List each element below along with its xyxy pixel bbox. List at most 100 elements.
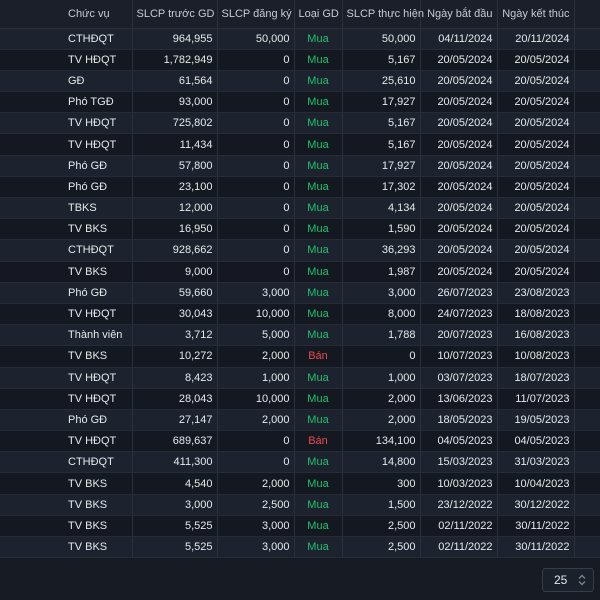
cell-shares-before: 16,950 [132,218,218,241]
cell-shares-before: 11,434 [132,133,218,156]
table-row[interactable]: CTHĐQT 928,662 0 Mua 36,293 20/05/2024 20/05/2… [0,239,600,262]
cell-shares-executed: 1,590 [342,218,421,241]
row-spacer [574,451,600,474]
cell-shares-registered: 2,000 [217,409,295,432]
cell-shares-registered: 10,000 [217,303,295,326]
table-row[interactable]: TBKS 12,000 0 Mua 4,134 20/05/2024 20/05/2024 [0,197,600,220]
header-spacer [574,0,600,29]
table-row[interactable]: TV BKS 5,525 3,000 Mua 2,500 02/11/2022 30/11/… [0,536,600,559]
page-size-select[interactable]: 25 [542,568,594,592]
cell-role: GĐ [0,70,133,93]
header-shares-before[interactable]: SLCP trước GD [132,0,218,29]
header-end-date[interactable]: Ngày kết thúc [497,0,575,29]
header-shares-registered[interactable]: SLCP đăng ký [217,0,295,29]
table-row[interactable]: Phó GĐ 59,660 3,000 Mua 3,000 26/07/2023 23/08… [0,282,600,304]
cell-role: TV BKS [0,261,133,283]
cell-shares-before: 928,662 [132,239,218,262]
cell-shares-before: 10,272 [132,345,218,368]
table-row[interactable]: CTHĐQT 964,955 50,000 Mua 50,000 04/11/2024 20… [0,28,600,50]
row-spacer [574,218,600,241]
cell-shares-before: 12,000 [132,197,218,220]
cell-shares-executed: 8,000 [342,303,421,326]
cell-role: CTHĐQT [0,451,133,474]
table-row[interactable]: TV BKS 4,540 2,000 Mua 300 10/03/2023 10/04/20… [0,472,600,495]
cell-role: Phó GĐ [0,155,133,177]
table-row[interactable]: TV HĐQT 725,802 0 Mua 5,167 20/05/2024 20/05/2… [0,112,600,135]
table-row[interactable]: TV BKS 16,950 0 Mua 1,590 20/05/2024 20/05/202… [0,218,600,241]
header-transaction-type[interactable]: Loại GD [294,0,343,29]
cell-shares-registered: 0 [217,451,295,474]
cell-role: TBKS [0,197,133,220]
table-row[interactable]: Phó GĐ 23,100 0 Mua 17,302 20/05/2024 20/05/20… [0,176,600,199]
cell-shares-executed: 300 [342,472,421,495]
cell-shares-executed: 5,167 [342,112,421,135]
cell-shares-executed: 5,167 [342,49,421,71]
cell-shares-before: 5,525 [132,515,218,538]
cell-transaction-type: Mua [294,133,343,156]
cell-shares-registered: 5,000 [217,324,295,347]
header-start-date[interactable]: Ngày bắt đầu [420,0,498,29]
cell-start-date: 20/05/2024 [420,112,498,135]
header-shares-executed[interactable]: SLCP thực hiện [342,0,424,29]
cell-role: TV BKS [0,345,133,368]
row-spacer [574,303,600,326]
table-row[interactable]: TV BKS 3,000 2,500 Mua 1,500 23/12/2022 30/12/… [0,494,600,516]
cell-shares-executed: 4,134 [342,197,421,220]
cell-role: Thành viên [0,324,133,347]
table-row[interactable]: GĐ 61,564 0 Mua 25,610 20/05/2024 20/05/2024 [0,70,600,93]
cell-shares-before: 689,637 [132,430,218,453]
table-row[interactable]: TV BKS 10,272 2,000 Bán 0 10/07/2023 10/08/202… [0,345,600,368]
cell-shares-registered: 50,000 [217,28,295,50]
cell-role: TV HĐQT [0,430,133,453]
table-row[interactable]: TV HĐQT 30,043 10,000 Mua 8,000 24/07/2023 18/… [0,303,600,326]
table-row[interactable]: TV BKS 9,000 0 Mua 1,987 20/05/2024 20/05/2024 [0,261,600,283]
cell-start-date: 23/12/2022 [420,494,498,516]
cell-role: CTHĐQT [0,28,133,50]
cell-start-date: 20/05/2024 [420,91,498,114]
table-row[interactable]: CTHĐQT 411,300 0 Mua 14,800 15/03/2023 31/03/2… [0,451,600,474]
cell-transaction-type: Mua [294,70,343,93]
cell-start-date: 03/07/2023 [420,367,498,389]
cell-role: TV HĐQT [0,112,133,135]
insider-trading-table: Chức vụ SLCP trước GD SLCP đăng ký Loại … [0,0,600,559]
cell-start-date: 20/05/2024 [420,261,498,283]
cell-shares-registered: 1,000 [217,367,295,389]
table-row[interactable]: TV HĐQT 8,423 1,000 Mua 1,000 03/07/2023 18/07… [0,367,600,389]
cell-shares-before: 28,043 [132,388,218,410]
row-spacer [574,155,600,177]
cell-start-date: 20/05/2024 [420,133,498,156]
table-row[interactable]: TV HĐQT 11,434 0 Mua 5,167 20/05/2024 20/05/20… [0,133,600,156]
table-row[interactable]: Thành viên 3,712 5,000 Mua 1,788 20/07/2023 16… [0,324,600,347]
cell-end-date: 18/08/2023 [497,303,575,326]
cell-shares-executed: 2,000 [342,409,421,432]
cell-shares-executed: 1,987 [342,261,421,283]
cell-shares-registered: 3,000 [217,515,295,538]
table-row[interactable]: TV HĐQT 28,043 10,000 Mua 2,000 13/06/2023 11/… [0,388,600,410]
cell-start-date: 20/05/2024 [420,197,498,220]
cell-shares-before: 725,802 [132,112,218,135]
table-row[interactable]: Phó GĐ 27,147 2,000 Mua 2,000 18/05/2023 19/05… [0,409,600,432]
table-row[interactable]: TV HĐQT 1,782,949 0 Mua 5,167 20/05/2024 20/05… [0,49,600,71]
cell-shares-registered: 2,000 [217,345,295,368]
table-row[interactable]: TV HĐQT 689,637 0 Bán 134,100 04/05/2023 04/05… [0,430,600,453]
cell-end-date: 20/05/2024 [497,197,575,220]
table-row[interactable]: Phó TGĐ 93,000 0 Mua 17,927 20/05/2024 20/05/2… [0,91,600,114]
cell-end-date: 20/05/2024 [497,91,575,114]
table-body: CTHĐQT 964,955 50,000 Mua 50,000 04/11/2024 20… [0,28,600,559]
cell-start-date: 04/11/2024 [420,28,498,50]
row-spacer [574,133,600,156]
cell-role: CTHĐQT [0,239,133,262]
cell-role: Phó TGĐ [0,91,133,114]
cell-start-date: 20/05/2024 [420,155,498,177]
cell-shares-before: 8,423 [132,367,218,389]
cell-transaction-type: Mua [294,239,343,262]
cell-start-date: 20/05/2024 [420,176,498,199]
table-row[interactable]: TV BKS 5,525 3,000 Mua 2,500 02/11/2022 30/11/… [0,515,600,538]
header-role[interactable]: Chức vụ [0,0,133,29]
cell-shares-registered: 0 [217,112,295,135]
cell-shares-executed: 50,000 [342,28,421,50]
row-spacer [574,536,600,559]
cell-role: TV HĐQT [0,367,133,389]
cell-transaction-type: Mua [294,472,343,495]
table-row[interactable]: Phó GĐ 57,800 0 Mua 17,927 20/05/2024 20/05/20… [0,155,600,177]
